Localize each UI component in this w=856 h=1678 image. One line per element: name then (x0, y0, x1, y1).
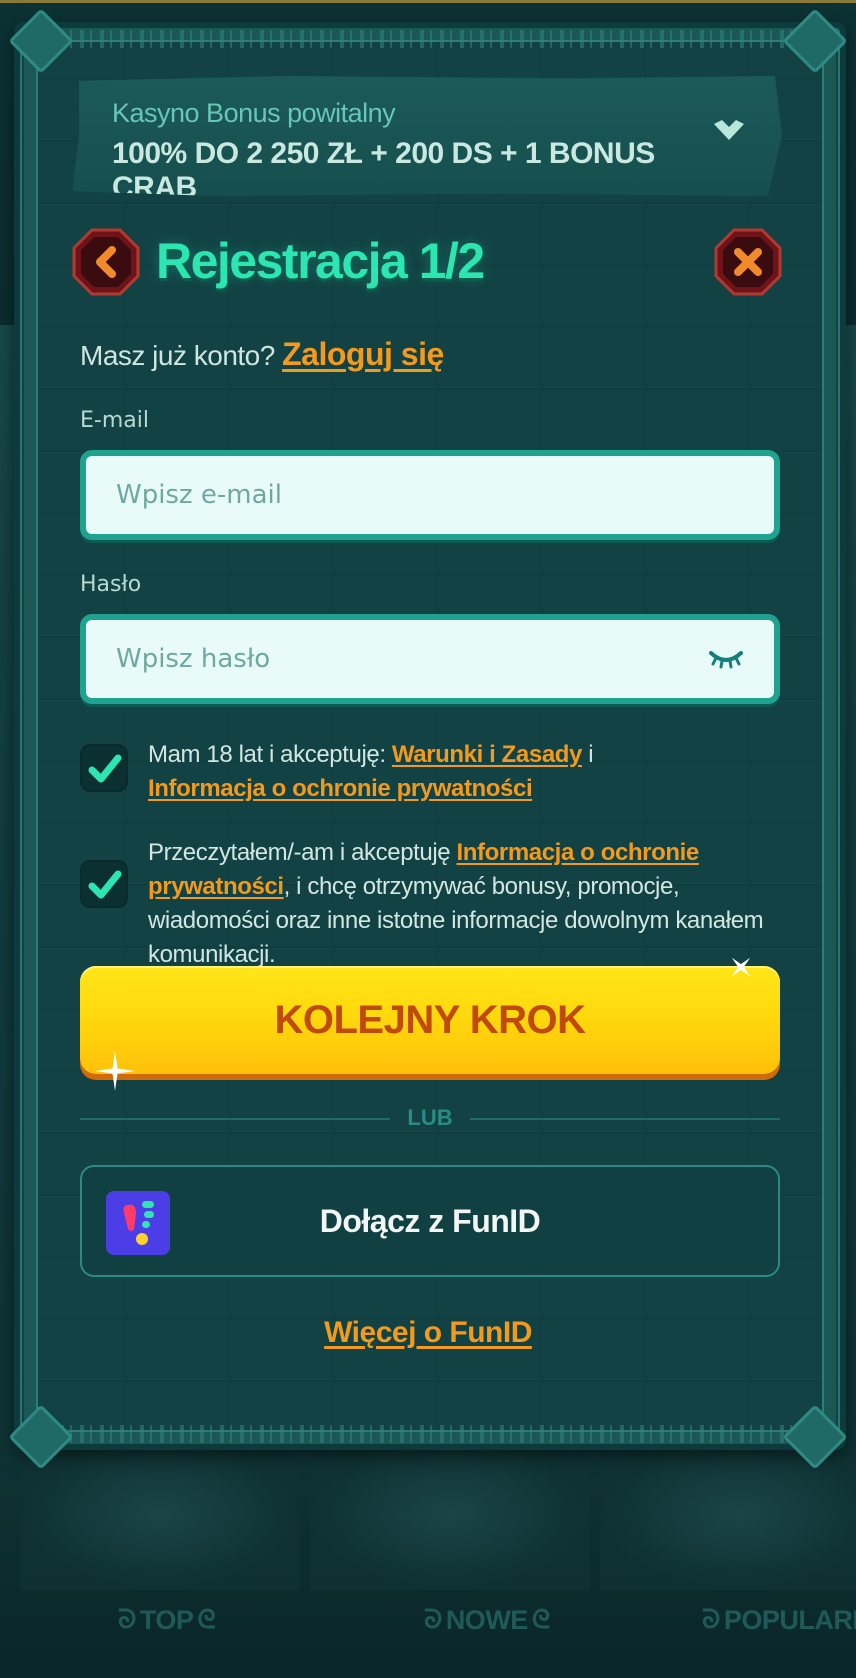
nav-item-label: POPULARN (723, 1604, 856, 1635)
sparkle-icon (95, 1051, 135, 1091)
nav-item-top[interactable]: ᘐ TOP ᘓ (118, 1604, 216, 1636)
marketing-consent-row: Przeczytałem/-am i akceptuję Informacja … (80, 836, 780, 968)
checkmark-icon (88, 870, 122, 899)
email-field-wrapper (80, 450, 780, 540)
consent-text: Przeczytałem/-am i akceptuję (148, 839, 451, 866)
swirl-icon: ᘐ (702, 1604, 720, 1634)
divider-line (80, 1118, 390, 1120)
email-field[interactable] (86, 456, 774, 534)
page-title: Rejestracja 1/2 (156, 233, 485, 289)
background-accent-line (0, 0, 856, 3)
consent-text: Mam 18 lat i akceptuję: (148, 741, 386, 768)
next-step-button[interactable]: KOLEJNY KROK (80, 966, 780, 1074)
age-consent-row: Mam 18 lat i akceptuję: Warunki i Zasady… (80, 738, 780, 808)
welcome-bonus-dropdown[interactable]: Kasyno Bonus powitalny 100% DO 2 250 ZŁ … (72, 76, 782, 196)
password-field[interactable] (86, 620, 774, 698)
close-button[interactable] (714, 228, 782, 296)
sparkle-icon (731, 957, 751, 977)
terms-link[interactable]: Warunki i Zasady (392, 741, 583, 768)
age-consent-checkbox[interactable] (80, 744, 128, 792)
checkmark-icon (88, 754, 122, 783)
swirl-icon: ᘓ (197, 1604, 216, 1634)
bonus-title: Kasyno Bonus powitalny (112, 98, 396, 128)
divider-label: LUB (407, 1105, 453, 1130)
chevron-down-icon (714, 120, 744, 140)
funid-join-button[interactable]: Dołącz z FunID (80, 1165, 780, 1277)
divider-line (470, 1118, 780, 1120)
nav-item-new[interactable]: ᘐ NOWE ᘓ (424, 1604, 550, 1636)
password-field-wrapper (80, 614, 780, 704)
privacy-link[interactable]: Informacja o ochronie prywatności (148, 775, 533, 802)
funid-label: Dołącz z FunID (319, 1203, 541, 1239)
marketing-consent-checkbox[interactable] (80, 860, 128, 908)
nav-item-label: TOP (139, 1604, 194, 1635)
nav-item-popular[interactable]: ᘐ POPULARN (702, 1604, 856, 1636)
login-prompt: Masz już konto? Zaloguj się (80, 336, 444, 373)
bottom-nav: ᘐ TOP ᘓ ᘐ NOWE ᘓ ᘐ POPULARN (0, 1595, 856, 1645)
eye-closed-icon[interactable] (708, 647, 744, 671)
login-link[interactable]: Zaloguj się (282, 336, 444, 372)
back-button[interactable] (72, 228, 140, 296)
login-prompt-text: Masz już konto? (80, 340, 275, 371)
next-step-label: KOLEJNY KROK (274, 997, 586, 1042)
frame-pattern (40, 1425, 816, 1443)
age-consent-text: Mam 18 lat i akceptuję: Warunki i Zasady… (148, 738, 780, 806)
swirl-icon: ᘐ (118, 1604, 136, 1634)
nav-item-label: NOWE (445, 1604, 529, 1635)
marketing-consent-text: Przeczytałem/-am i akceptuję Informacja … (148, 836, 780, 972)
game-tile[interactable] (20, 1440, 300, 1590)
swirl-icon: ᘐ (424, 1604, 442, 1634)
swirl-icon: ᘓ (531, 1604, 550, 1634)
game-tile[interactable] (310, 1440, 590, 1590)
password-label: Hasło (80, 572, 142, 597)
frame-pattern (40, 30, 816, 48)
email-label: E-mail (80, 408, 149, 433)
more-about-funid-link[interactable]: Więcej o FunID (0, 1316, 856, 1350)
consent-connector: i (588, 741, 594, 768)
